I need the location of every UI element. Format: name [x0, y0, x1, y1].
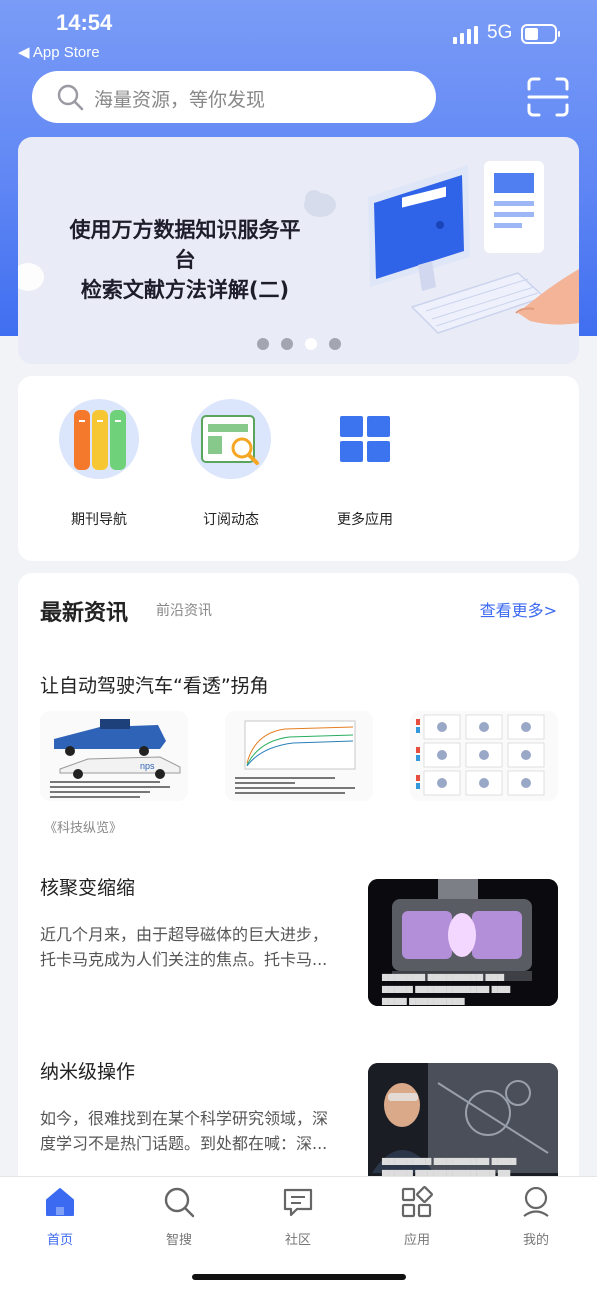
- latest-news-panel: 最新资讯 前沿资讯 查看更多> 让自动驾驶汽车“看透”拐角 nps 《科技纵览》…: [18, 573, 579, 1213]
- page-dot[interactable]: [256, 338, 269, 350]
- search-icon: [164, 1187, 195, 1218]
- news-subheading: 前沿资讯: [156, 603, 212, 619]
- svg-text:nps: nps: [140, 761, 155, 771]
- tab-label: 社区: [284, 1233, 311, 1248]
- quick-apps-panel: 期刊导航 订阅动态 更多应用: [18, 376, 579, 561]
- search-icon: [57, 84, 84, 111]
- tab-label: 我的: [522, 1233, 549, 1248]
- article-item[interactable]: 纳米级操作 如今，很难找到在某个科学研究领域，深 度学习不是热门话题。到处都在喊…: [40, 1057, 355, 1156]
- subscribe-search-icon: [191, 399, 271, 479]
- article-description: 近几个月来，由于超导磁体的巨大进步， 托卡马克成为人们关注的焦点。托卡马...: [40, 925, 329, 969]
- news-heading: 最新资讯: [40, 601, 129, 626]
- cloud-decoration: [18, 263, 44, 291]
- featured-article-title[interactable]: 让自动驾驶汽车“看透”拐角: [40, 671, 269, 698]
- home-indicator[interactable]: [192, 1274, 406, 1280]
- article-thumbnail[interactable]: [410, 711, 558, 801]
- tab-home[interactable]: 首页: [20, 1185, 100, 1248]
- status-time: 14:54: [56, 10, 113, 35]
- app-subscriptions[interactable]: 订阅动态: [171, 396, 291, 529]
- battery-icon: [521, 24, 560, 44]
- tab-label: 应用: [403, 1233, 430, 1248]
- chat-icon: [283, 1188, 313, 1217]
- status-bar: 14:54 ◀ App Store 5G: [0, 0, 597, 66]
- cars-image: nps: [40, 711, 188, 801]
- article-item[interactable]: 核聚变缩缩 近几个月来，由于超导磁体的巨大进步， 托卡马克成为人们关注的焦点。托…: [40, 873, 355, 972]
- article-image[interactable]: ▆▆▆▆▆▆▆ ▆▆▆▆▆▆▆▆▆ ▆▆▆ ▆▆▆▆▆ ▆▆▆▆▆▆▆▆▆▆▆▆ …: [368, 879, 558, 1006]
- network-type: 5G: [487, 22, 513, 43]
- page-dot[interactable]: [328, 338, 341, 350]
- home-icon: [46, 1188, 74, 1216]
- image-caption: ▆▆▆▆▆▆▆ ▆▆▆▆▆▆▆▆▆ ▆▆▆ ▆▆▆▆▆ ▆▆▆▆▆▆▆▆▆▆▆▆ …: [382, 972, 511, 1005]
- tab-community[interactable]: 社区: [258, 1185, 338, 1248]
- profile-icon: [523, 1186, 549, 1217]
- promo-banner[interactable]: 使用万方数据知识服务平台 检索文献方法详解(二): [18, 137, 579, 364]
- grid-apps-icon: [340, 416, 390, 462]
- banner-title: 使用万方数据知识服务平台 检索文献方法详解(二): [69, 218, 301, 302]
- app-label: 期刊导航: [71, 512, 127, 528]
- article-title: 纳米级操作: [40, 1061, 136, 1083]
- page-dot-active[interactable]: [304, 338, 317, 350]
- search-bar[interactable]: 海量资源，等你发现: [32, 71, 436, 123]
- books-icon: [59, 399, 139, 479]
- article-source: 《科技纵览》: [44, 821, 123, 836]
- tab-apps[interactable]: 应用: [377, 1185, 457, 1248]
- scan-icon[interactable]: [526, 76, 570, 118]
- article-title: 核聚变缩缩: [40, 877, 136, 899]
- tab-profile[interactable]: 我的: [496, 1185, 576, 1248]
- tab-label: 智搜: [165, 1233, 192, 1248]
- app-journal-nav[interactable]: 期刊导航: [39, 396, 159, 529]
- tab-label: 首页: [46, 1233, 73, 1248]
- apps-icon: [401, 1186, 433, 1218]
- chart-image: [225, 711, 373, 801]
- article-thumbnail[interactable]: [225, 711, 373, 801]
- back-to-app-store-link[interactable]: ◀ App Store: [18, 43, 100, 61]
- app-more-apps[interactable]: 更多应用: [305, 396, 425, 529]
- tab-smart-search[interactable]: 智搜: [139, 1185, 219, 1248]
- plots-image: [410, 711, 558, 801]
- article-thumbnail[interactable]: nps: [40, 711, 188, 801]
- view-more-link[interactable]: 查看更多>: [480, 597, 557, 621]
- app-label: 更多应用: [337, 512, 393, 528]
- app-label: 订阅动态: [203, 512, 259, 528]
- article-description: 如今，很难找到在某个科学研究领域，深 度学习不是热门话题。到处都在喊：深...: [40, 1109, 329, 1153]
- banner-page-indicator: [18, 335, 579, 354]
- page-dot[interactable]: [280, 338, 293, 350]
- search-placeholder: 海量资源，等你发现: [94, 89, 266, 111]
- computer-illustration: [368, 161, 579, 334]
- cellular-signal-icon: [453, 26, 478, 44]
